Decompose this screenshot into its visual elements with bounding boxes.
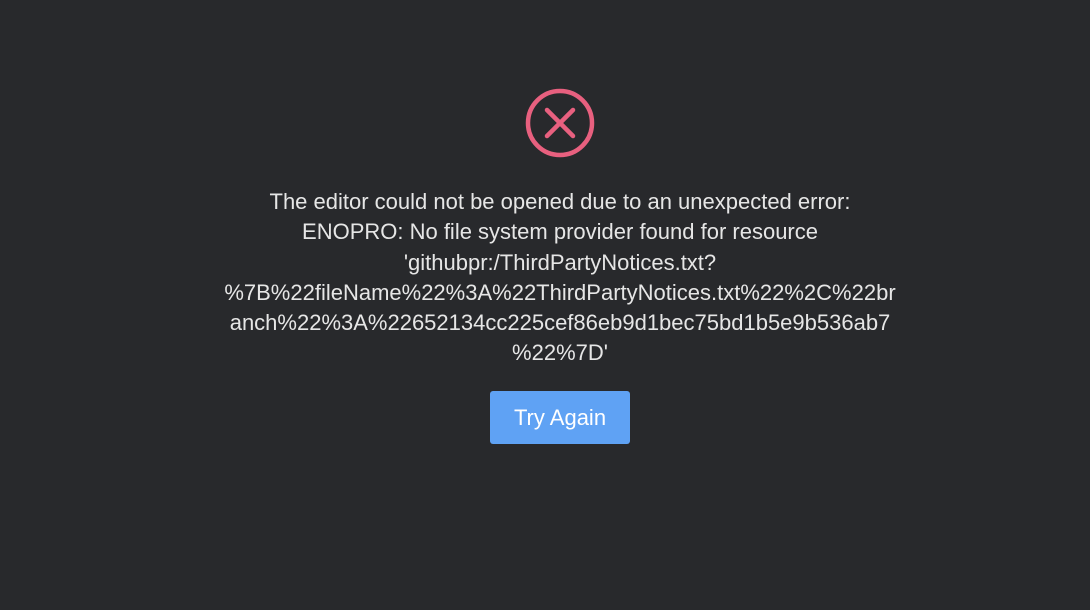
error-message-line: %7B%22fileName%22%3A%22ThirdPartyNotices… (224, 279, 896, 305)
error-message-line: The editor could not be opened due to an… (269, 189, 851, 214)
error-message: The editor could not be opened due to an… (185, 187, 935, 369)
try-again-button[interactable]: Try Again (490, 391, 630, 444)
error-circle-x-icon (525, 88, 595, 158)
error-message-line: %22%7D' (512, 340, 608, 366)
error-message-line: ENOPRO: No file system provider found fo… (302, 219, 818, 245)
error-message-line: anch%22%3A%22652134cc225cef86eb9d1bec75b… (229, 310, 891, 336)
editor-error-view: The editor could not be opened due to an… (0, 0, 1090, 610)
error-message-line: 'githubpr:/ThirdPartyNotices.txt? (403, 249, 717, 275)
